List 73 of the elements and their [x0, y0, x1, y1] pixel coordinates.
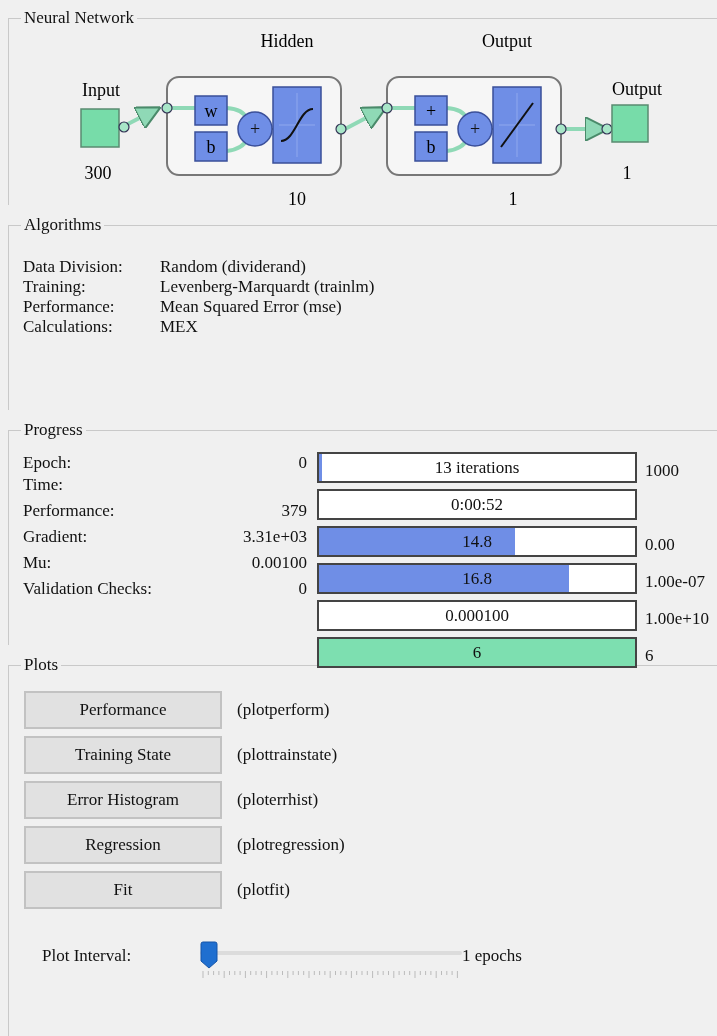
end-value: 1.00e-07	[645, 570, 705, 592]
wire	[171, 106, 195, 110]
end-value: 1.00e+10	[645, 607, 709, 629]
port-icon	[555, 123, 567, 135]
algorithm-label: Data Division:	[23, 257, 124, 277]
input-size: 300	[84, 163, 112, 183]
input-label: Input	[82, 80, 120, 100]
progress-label: Time:	[23, 474, 63, 496]
bar-value: 0:00:52	[451, 494, 503, 515]
algorithm-label: Calculations:	[23, 317, 114, 337]
algorithm-value: Mean Squared Error (mse)	[160, 297, 343, 317]
slider-reading: 1 epochs	[462, 946, 522, 966]
plot-button[interactable]: Training State	[24, 736, 222, 774]
section-title: Plots	[24, 655, 59, 674]
layer-title: Output	[482, 31, 532, 51]
algorithm-value: MEX	[160, 317, 199, 337]
slider-thumb[interactable]	[200, 941, 218, 969]
plot-button[interactable]: Fit	[24, 871, 222, 909]
progress-label: Epoch:	[23, 452, 72, 474]
port-icon	[601, 123, 613, 135]
layer-title: Hidden	[260, 31, 314, 51]
algorithm-value: Random (dividerand)	[160, 257, 307, 277]
slider-label: Plot Interval:	[42, 946, 133, 966]
input-node-icon	[80, 108, 120, 148]
bar-value: 0.000100	[445, 605, 509, 626]
port-icon	[381, 102, 393, 114]
start-value: 0	[298, 578, 307, 600]
sum-node: +	[237, 111, 273, 147]
port-icon	[161, 102, 173, 114]
section-title: Neural Network	[24, 8, 134, 27]
section-title: Progress	[24, 420, 83, 439]
plot-function: (ploterrhist)	[237, 790, 319, 810]
sum-node: +	[457, 111, 493, 147]
weight-block: +	[414, 95, 448, 126]
start-value: 3.31e+03	[243, 526, 307, 548]
start-value: 0.00100	[251, 552, 307, 574]
end-value: 6	[645, 644, 654, 666]
wire	[391, 106, 415, 110]
layer-size: 1	[508, 189, 518, 208]
start-value: 379	[281, 500, 307, 522]
progress-label: Mu:	[23, 552, 52, 574]
plot-function: (plottrainstate)	[237, 745, 338, 765]
plot-button[interactable]: Regression	[24, 826, 222, 864]
end-value: 0.00	[645, 533, 675, 555]
progress-label: Gradient:	[23, 526, 88, 548]
end-value: 1000	[645, 459, 679, 481]
bar-value: 14.8	[462, 531, 492, 552]
section-title: Algorithms	[24, 215, 102, 234]
progress-label: Performance:	[23, 500, 115, 522]
bar-value: 6	[472, 642, 482, 663]
algorithm-label: Training:	[23, 277, 87, 297]
bias-block: b	[194, 131, 228, 162]
layer-size: 10	[288, 189, 306, 208]
plot-button[interactable]: Performance	[24, 691, 222, 729]
plot-button[interactable]: Error Histogram	[24, 781, 222, 819]
plot-function: (plotperform)	[237, 700, 330, 720]
algorithm-label: Performance:	[23, 297, 116, 317]
plot-interval-slider[interactable]	[200, 941, 462, 981]
port-icon	[335, 123, 347, 135]
algorithm-value: Levenberg-Marquardt (trainlm)	[160, 277, 376, 297]
bar-value: 13 iterations	[434, 457, 520, 478]
bias-block: b	[414, 131, 448, 162]
output-node-icon	[611, 104, 649, 143]
port-icon	[118, 121, 130, 133]
weight-block: w	[194, 95, 228, 126]
sigmoid-curve-icon	[272, 86, 322, 164]
plot-function: (plotregression)	[237, 835, 345, 855]
bar-value: 16.8	[462, 568, 492, 589]
output-size: 1	[622, 163, 632, 183]
start-value: 0	[298, 452, 307, 474]
plot-function: (plotfit)	[237, 880, 290, 900]
output-label: Output	[612, 79, 662, 99]
progress-label: Validation Checks:	[23, 578, 152, 600]
